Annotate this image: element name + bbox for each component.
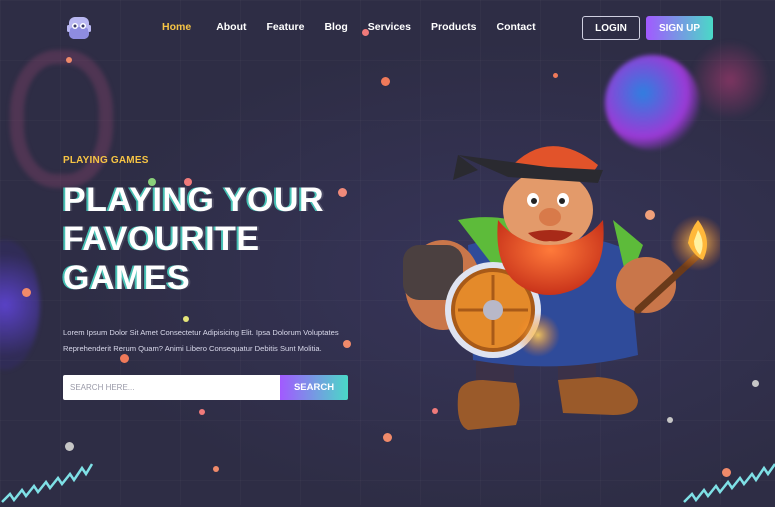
- zigzag-decoration-left: [1, 463, 94, 503]
- hero-title-line: FAVOURITE: [63, 220, 260, 258]
- login-button[interactable]: LOGIN: [582, 16, 640, 40]
- main-nav: Home About Feature Blog Services Product…: [162, 21, 536, 33]
- nav-home[interactable]: Home: [162, 21, 191, 33]
- hero-eyebrow: PLAYING GAMES: [63, 155, 149, 166]
- dwarf-warrior-illustration: [403, 146, 720, 430]
- nav-about[interactable]: About: [216, 21, 246, 33]
- hero-title-line: PLAYING YOUR: [63, 181, 325, 219]
- decor-dot: [22, 288, 31, 297]
- hero-description-line: Lorem Ipsum Dolor Sit Amet Consectetur A…: [63, 328, 339, 337]
- nav-contact[interactable]: Contact: [497, 21, 536, 33]
- decor-dot: [183, 316, 189, 322]
- zigzag-decoration-right: [683, 463, 775, 503]
- nav-products[interactable]: Products: [431, 21, 477, 33]
- decor-dot: [213, 466, 219, 472]
- nav-feature[interactable]: Feature: [267, 21, 305, 33]
- search-input[interactable]: [63, 375, 280, 400]
- blob-top-left: [10, 50, 113, 188]
- decor-dot: [199, 409, 205, 415]
- decor-dot: [553, 73, 558, 78]
- gamepad-robot-icon[interactable]: [66, 15, 92, 41]
- hero-title: PLAYING YOUR FAVOURITE GAMES: [63, 181, 393, 298]
- decor-dot: [752, 380, 759, 387]
- decor-dot: [383, 433, 392, 442]
- hero-description: Lorem Ipsum Dolor Sit Amet Consectetur A…: [63, 325, 363, 357]
- search-bar: SEARCH: [63, 375, 348, 400]
- decor-dot: [66, 57, 72, 63]
- hero-title-line: GAMES: [63, 259, 191, 297]
- search-button[interactable]: SEARCH: [280, 375, 348, 400]
- signup-button[interactable]: SIGN UP: [646, 16, 713, 40]
- hero-description-line: Reprehenderit Rerum Quam? Animi Libero C…: [63, 344, 322, 353]
- nav-services[interactable]: Services: [368, 21, 411, 33]
- decor-dot: [65, 442, 74, 451]
- nav-blog[interactable]: Blog: [324, 21, 347, 33]
- decor-dot: [381, 77, 390, 86]
- blob-top-right-2: [690, 40, 770, 120]
